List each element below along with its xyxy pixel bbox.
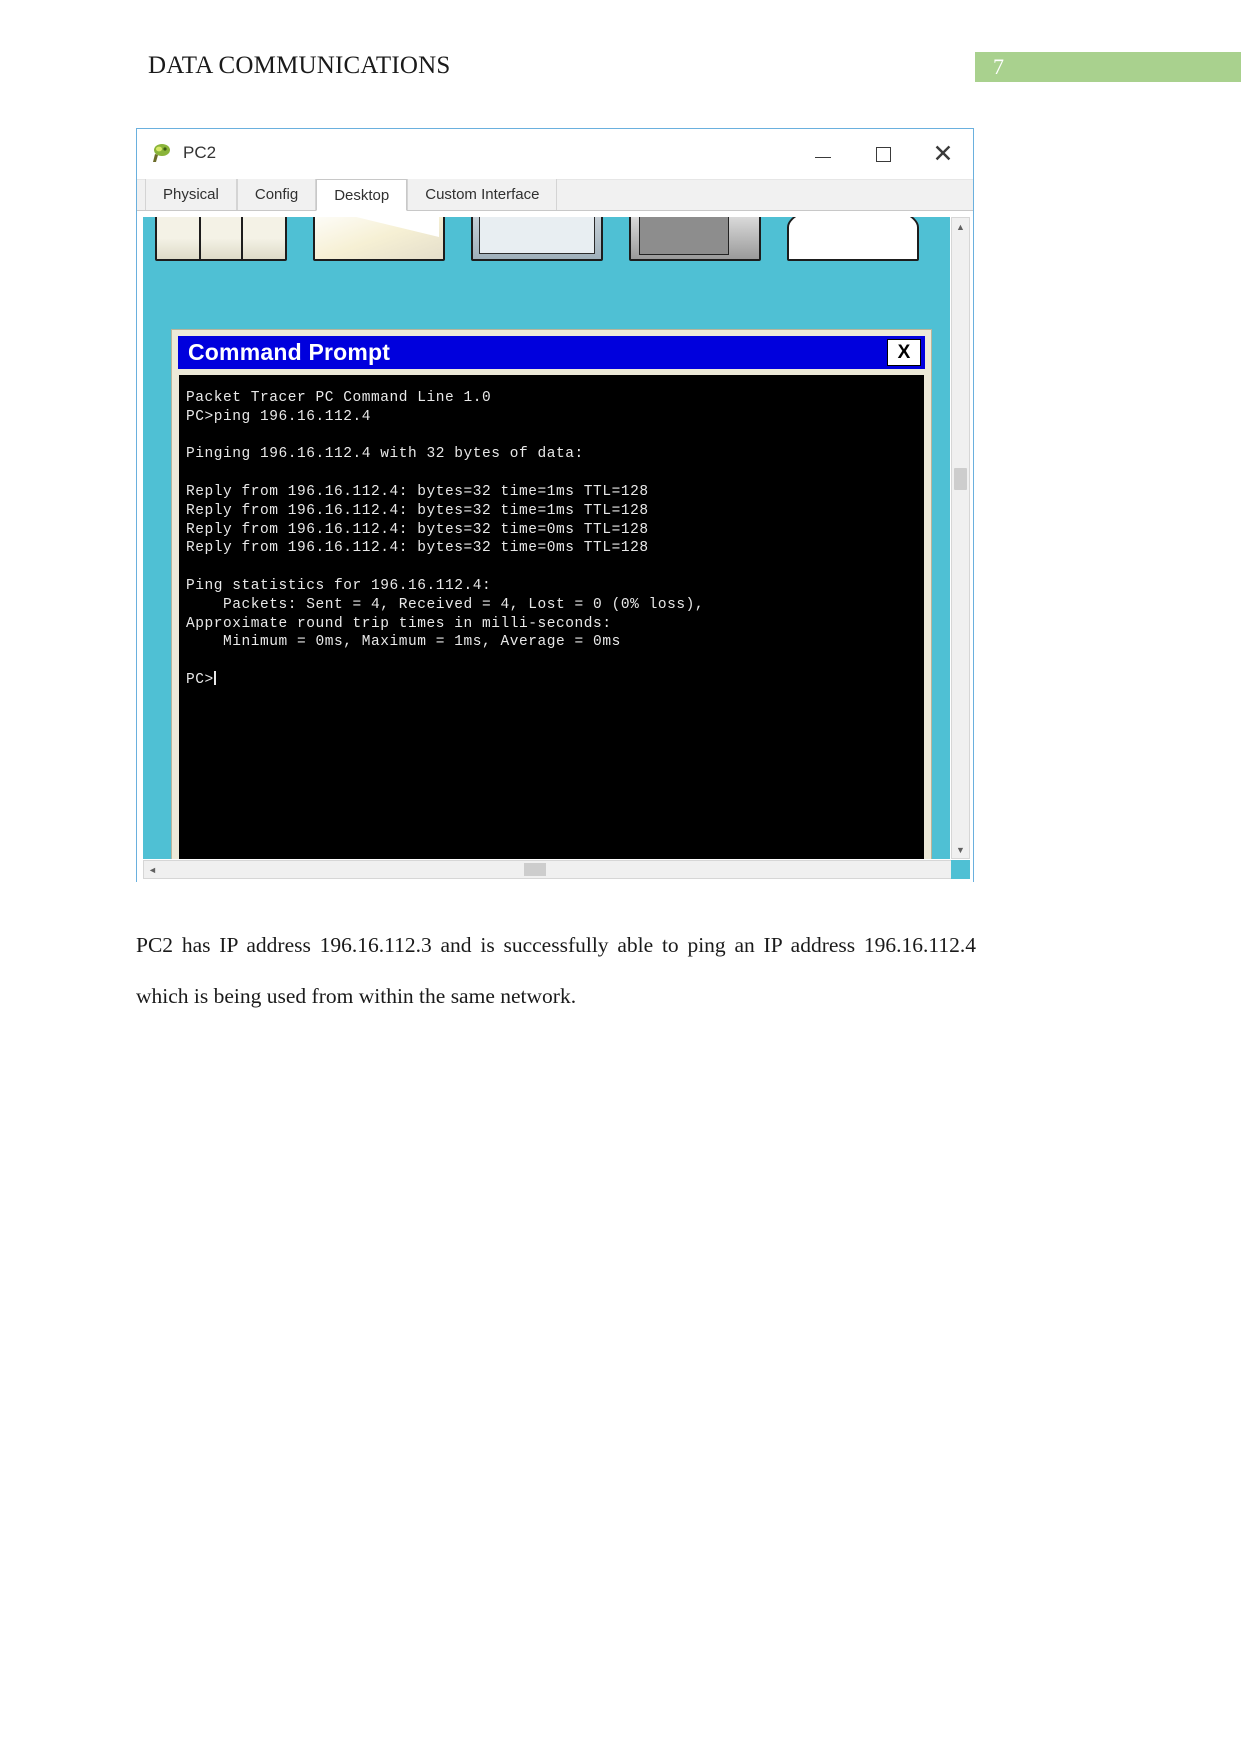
command-prompt-titlebar: Command Prompt X: [178, 336, 925, 369]
terminal-output: Packet Tracer PC Command Line 1.0 PC>pin…: [186, 390, 705, 688]
vertical-scroll-thumb[interactable]: [954, 468, 967, 490]
terminal-screen[interactable]: Packet Tracer PC Command Line 1.0 PC>pin…: [179, 375, 924, 859]
desktop-icon-row: [155, 217, 919, 261]
maximize-button[interactable]: [853, 129, 913, 179]
desktop-canvas: Command Prompt X Packet Tracer PC Comman…: [143, 217, 950, 859]
tab-desktop[interactable]: Desktop: [316, 179, 408, 211]
minimize-icon: [815, 156, 831, 158]
document-header: DATA COMMUNICATIONS 7: [0, 0, 1241, 110]
close-button[interactable]: ✕: [913, 129, 973, 179]
desktop-pane: Command Prompt X Packet Tracer PC Comman…: [137, 211, 973, 882]
tab-physical[interactable]: Physical: [145, 179, 237, 210]
horizontal-scrollbar[interactable]: ◄ ►: [143, 860, 970, 879]
tab-config[interactable]: Config: [236, 179, 317, 210]
page-number: 7: [993, 54, 1004, 79]
window-title: PC2: [183, 143, 217, 162]
terminal-cursor: [213, 670, 216, 685]
maximize-icon: [875, 146, 891, 162]
scroll-left-icon[interactable]: ◄: [144, 861, 161, 878]
caption-paragraph: PC2 has IP address 196.16.112.3 and is s…: [136, 933, 976, 1008]
desktop-app-icon-4[interactable]: [629, 217, 761, 261]
desktop-app-icon-2[interactable]: [313, 217, 445, 261]
minimize-button[interactable]: [793, 129, 853, 179]
vertical-scrollbar[interactable]: ▲ ▼: [951, 217, 970, 859]
command-prompt-title: Command Prompt: [188, 339, 391, 365]
page-number-badge: 7: [975, 52, 1241, 82]
window-titlebar: PC2 ✕: [137, 129, 973, 180]
scroll-up-icon[interactable]: ▲: [952, 218, 969, 235]
scrollbar-corner: [951, 860, 970, 879]
window-controls: ✕: [793, 129, 973, 179]
scroll-down-icon[interactable]: ▼: [952, 841, 969, 858]
command-prompt-window: Command Prompt X Packet Tracer PC Comman…: [171, 329, 932, 859]
desktop-app-icon-3[interactable]: [471, 217, 603, 261]
close-icon: ✕: [932, 139, 954, 168]
command-prompt-close-button[interactable]: X: [887, 339, 921, 366]
horizontal-scroll-thumb[interactable]: [524, 863, 546, 876]
tab-bar: Physical Config Desktop Custom Interface: [137, 179, 973, 211]
packet-tracer-icon: [151, 142, 173, 164]
tab-custom-interface[interactable]: Custom Interface: [407, 179, 558, 210]
page-title: DATA COMMUNICATIONS: [148, 52, 451, 79]
packet-tracer-window: PC2 ✕ Physical Config Desktop Custom Int…: [136, 128, 974, 882]
desktop-app-icon-1[interactable]: [155, 217, 287, 261]
desktop-app-icon-5[interactable]: [787, 217, 919, 261]
